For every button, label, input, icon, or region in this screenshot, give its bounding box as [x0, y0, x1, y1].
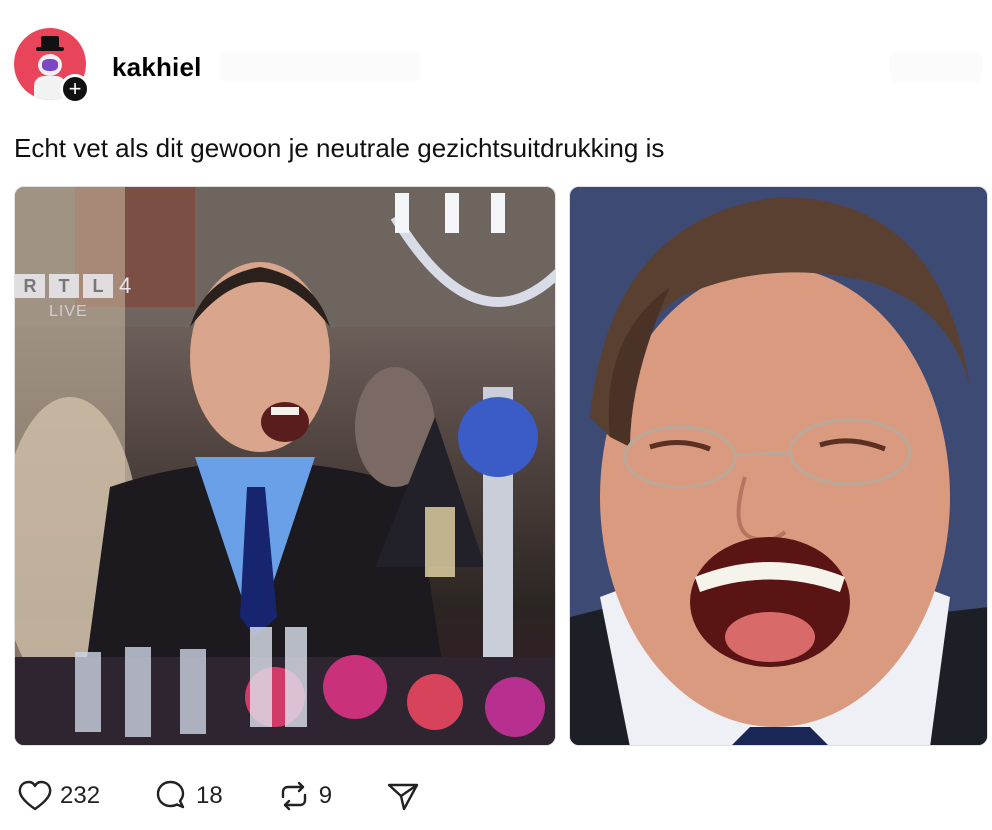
reply-count: 18 — [196, 782, 223, 809]
post-actions: 232 18 9 — [18, 776, 420, 816]
rtl-channel-logo: R T L 4 — [15, 273, 131, 299]
hat-brim-shape — [36, 47, 64, 51]
laughing-portrait-illustration — [570, 187, 987, 745]
reply-button[interactable]: 18 — [154, 779, 223, 813]
send-icon — [387, 783, 419, 811]
follow-button[interactable]: + — [60, 74, 90, 104]
share-button[interactable] — [386, 779, 420, 813]
post-caption: Echt vet als dit gewoon je neutrale gezi… — [14, 133, 665, 163]
like-count: 232 — [60, 782, 101, 809]
rtl-letter: T — [49, 274, 79, 298]
like-button[interactable]: 232 — [18, 780, 100, 812]
repost-icon — [281, 781, 306, 811]
repost-count: 9 — [318, 782, 333, 809]
visor-shape — [42, 59, 58, 71]
media-gallery: R T L 4 LIVE — [14, 186, 988, 746]
rtl-letter: L — [83, 274, 113, 298]
banquet-photo-illustration — [15, 187, 555, 745]
post-image-right[interactable] — [569, 186, 988, 746]
live-label: LIVE — [49, 303, 88, 320]
rtl-channel-number: 4 — [119, 273, 132, 298]
comment-icon — [156, 780, 185, 809]
username[interactable]: kakhiel — [112, 52, 202, 83]
post-header: + kakhiel — [14, 28, 974, 104]
rtl-letter: R — [15, 274, 45, 298]
post-card: + kakhiel Echt vet als dit gewoon je neu… — [0, 0, 992, 830]
heart-icon — [18, 780, 52, 811]
plus-icon: + — [68, 76, 82, 101]
post-image-left[interactable]: R T L 4 LIVE — [14, 186, 556, 746]
repost-button[interactable]: 9 — [277, 779, 332, 813]
